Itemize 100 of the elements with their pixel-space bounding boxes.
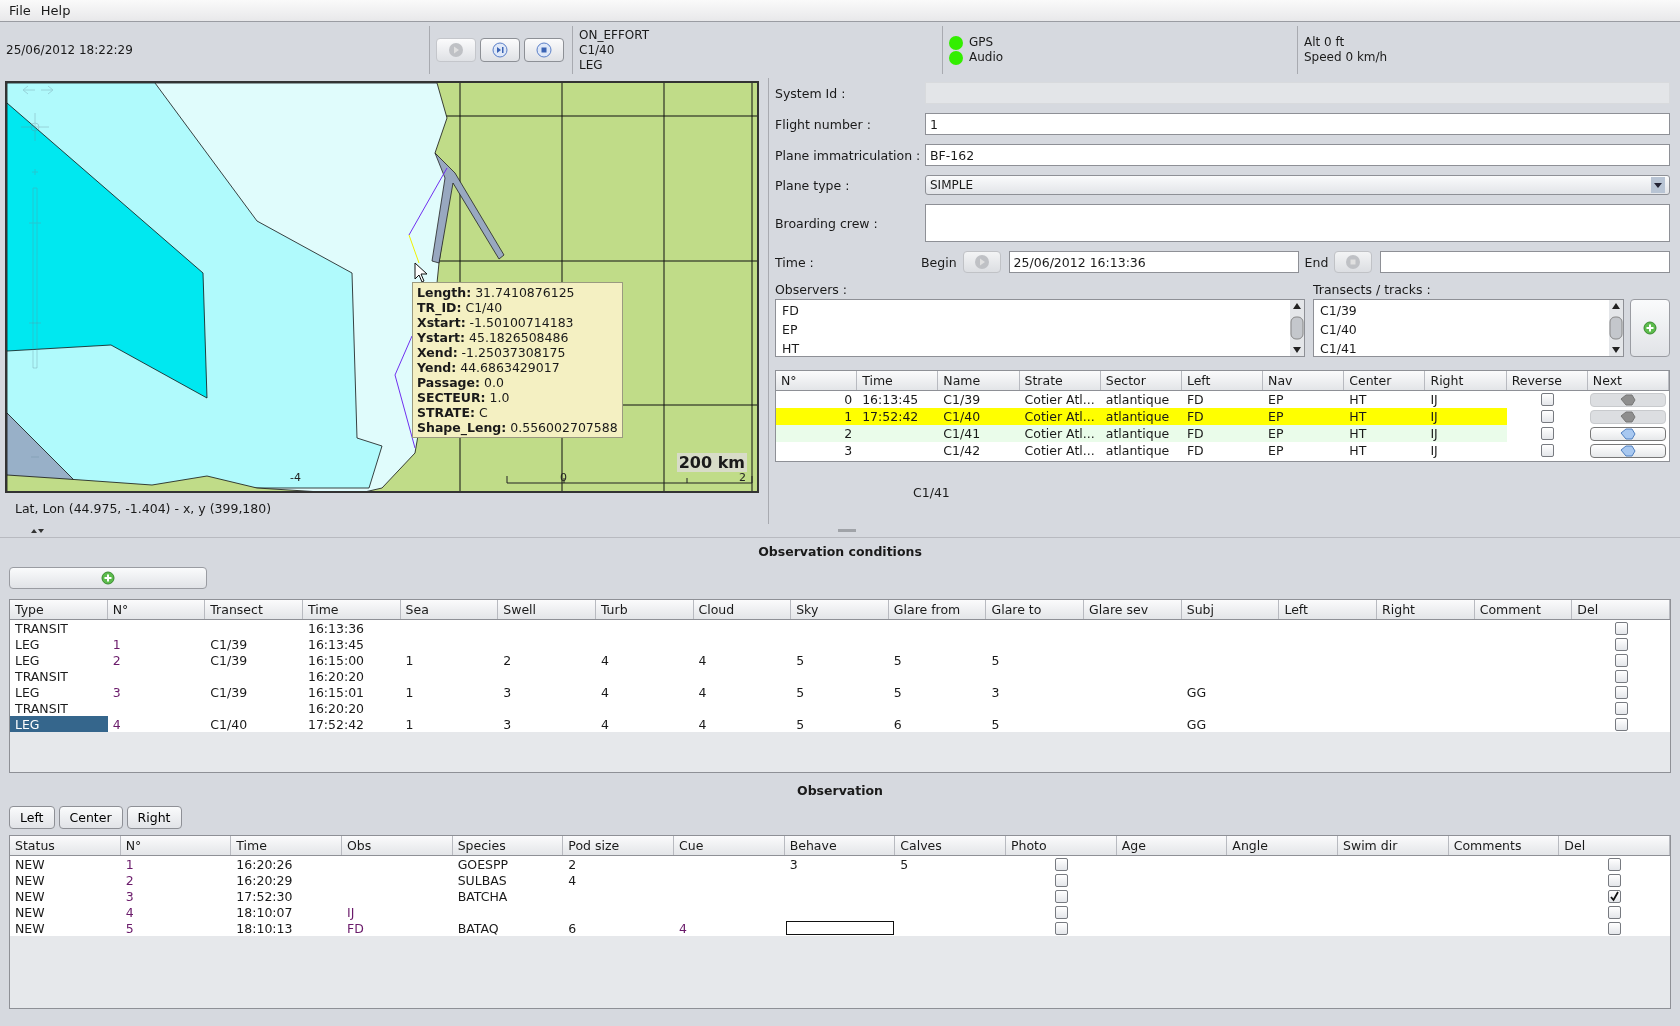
column-header[interactable]: Cue [674, 836, 785, 855]
column-header[interactable]: Right [1377, 600, 1475, 619]
column-header[interactable]: Del [1572, 600, 1670, 619]
column-header[interactable]: Comment [1474, 600, 1573, 619]
dropdown[interactable]: SIMPLE [925, 175, 1670, 195]
column-header[interactable]: Sky [791, 600, 889, 619]
column-header[interactable]: Transect [205, 600, 303, 619]
checkbox[interactable] [1540, 444, 1554, 457]
list-item[interactable]: FD [782, 301, 1284, 320]
menu-item[interactable]: Help [37, 2, 74, 19]
list-item[interactable]: EP [782, 320, 1284, 339]
column-header[interactable]: Photo [1006, 836, 1117, 855]
column-header[interactable]: Sector [1100, 371, 1182, 390]
checkbox[interactable] [1054, 873, 1068, 887]
input-field[interactable] [785, 921, 895, 935]
checkbox[interactable] [1614, 669, 1628, 683]
add-button[interactable] [9, 567, 207, 589]
column-header[interactable]: Swim dir [1338, 836, 1449, 855]
list-box[interactable]: FD EP HT [775, 299, 1305, 357]
column-header[interactable]: N° [120, 836, 232, 855]
column-header[interactable]: Name [938, 371, 1020, 390]
checkbox[interactable] [1054, 905, 1068, 919]
column-header[interactable]: Subj [1181, 600, 1280, 619]
column-header[interactable]: Swell [498, 600, 596, 619]
checkbox[interactable] [1614, 637, 1628, 651]
checkbox[interactable] [1608, 857, 1622, 871]
column-header[interactable]: Glare to [986, 600, 1085, 619]
playback-button[interactable] [480, 38, 520, 62]
input-field[interactable]: 25/06/2012 16:13:36 [1008, 251, 1299, 273]
column-header[interactable]: Angle [1227, 836, 1338, 855]
menu-item[interactable]: File [6, 2, 34, 19]
playback-button[interactable] [524, 38, 564, 62]
column-header[interactable]: Sea [400, 600, 499, 619]
checkbox[interactable] [1614, 685, 1628, 699]
list-box[interactable]: C1/39 C1/40 C1/41 [1313, 299, 1624, 357]
checkbox[interactable] [1614, 717, 1628, 731]
column-header[interactable]: Glare sev [1084, 600, 1182, 619]
checkbox[interactable] [1608, 921, 1622, 935]
column-header[interactable]: Next [1587, 371, 1669, 390]
table-row[interactable]: 1 17:52:42 C1/40 Cotier Atl... atlantique FD EP HT IJ [776, 408, 1507, 425]
table-cell-text: 5 [892, 652, 903, 668]
table-cell-text: LEG [14, 684, 41, 700]
next-button[interactable] [1590, 443, 1667, 458]
column-header[interactable]: Turb [595, 600, 694, 619]
list-item[interactable]: C1/40 [1320, 320, 1603, 339]
checkbox[interactable] [1054, 921, 1068, 935]
checkbox[interactable] [1540, 427, 1554, 440]
add-button[interactable] [1630, 299, 1670, 357]
column-header[interactable]: Del [1559, 836, 1670, 855]
column-header[interactable]: Center [1344, 371, 1426, 390]
checkbox[interactable] [1054, 857, 1068, 871]
table-cell-text: C1/40 [209, 716, 249, 732]
table-cell-text: 5 [990, 652, 1001, 668]
column-header[interactable]: Strate [1019, 371, 1101, 390]
list-item[interactable]: C1/41 [1320, 339, 1603, 358]
side-button[interactable]: Left [9, 806, 55, 829]
column-header[interactable]: Obs [342, 836, 453, 855]
column-header[interactable]: Comments [1448, 836, 1560, 855]
column-header[interactable]: Time [302, 600, 401, 619]
checkbox[interactable] [1614, 701, 1628, 715]
column-header[interactable]: Type [10, 600, 108, 619]
side-button[interactable]: Right [126, 806, 182, 829]
column-header[interactable]: N° [107, 600, 206, 619]
input-field[interactable]: 1 [925, 113, 1670, 135]
column-header[interactable]: Pod size [563, 836, 674, 855]
column-header[interactable]: Time [231, 836, 342, 855]
side-button[interactable]: Center [58, 806, 123, 829]
input-field[interactable] [1380, 251, 1670, 273]
column-header[interactable]: Time [857, 371, 939, 390]
checkbox[interactable] [1540, 410, 1554, 423]
column-header[interactable]: Left [1279, 600, 1378, 619]
column-header[interactable]: Glare from [888, 600, 987, 619]
column-header[interactable]: Nav [1263, 371, 1345, 390]
checkbox[interactable] [1608, 905, 1622, 919]
next-button[interactable] [1590, 426, 1667, 441]
checkbox[interactable] [1608, 873, 1622, 887]
column-header[interactable]: Left [1181, 371, 1264, 390]
column-header[interactable]: Status [10, 836, 121, 855]
column-header[interactable]: Age [1116, 836, 1228, 855]
table-cell-text: FD [1185, 391, 1205, 408]
column-header[interactable]: Species [452, 836, 564, 855]
column-header[interactable]: N° [776, 371, 858, 390]
list-item[interactable]: C1/39 [1320, 301, 1603, 320]
table-cell-text: 4 [124, 904, 135, 920]
column-header[interactable]: Behave [784, 836, 896, 855]
column-header[interactable]: Reverse [1506, 371, 1588, 390]
table-cell-text: HT [1348, 425, 1368, 442]
column-header[interactable]: Right [1425, 371, 1507, 390]
input-field[interactable]: BF-162 [925, 144, 1670, 166]
checkbox[interactable] [1614, 653, 1628, 667]
column-header[interactable]: Calves [895, 836, 1006, 855]
list-item[interactable]: HT [782, 339, 1284, 358]
checkbox[interactable] [1614, 621, 1628, 635]
column-header[interactable]: Cloud [693, 600, 792, 619]
checkbox[interactable] [1054, 889, 1068, 903]
checkbox[interactable] [1540, 393, 1554, 406]
start-button[interactable] [962, 251, 1001, 273]
checkbox[interactable] [1608, 889, 1622, 903]
text-area[interactable] [925, 204, 1670, 242]
table-row[interactable]: 2 C1/41 Cotier Atl... atlantique FD EP HT IJ [776, 425, 1507, 442]
